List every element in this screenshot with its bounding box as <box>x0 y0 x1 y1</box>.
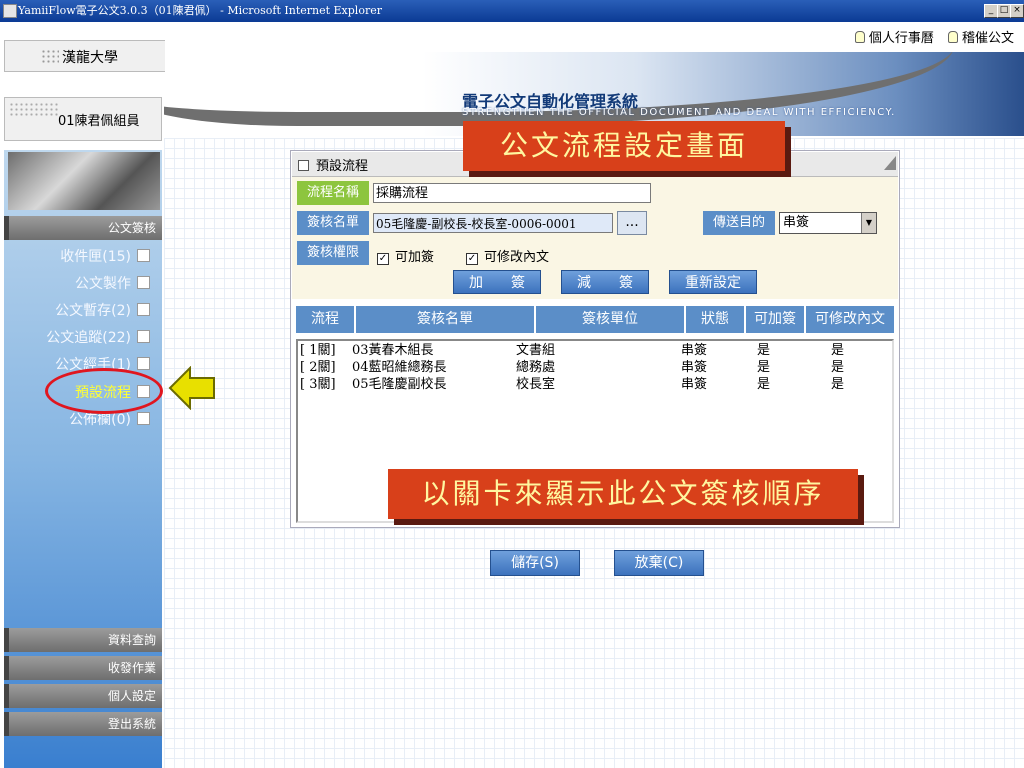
sidebar-item-inbox[interactable]: 收件匣(15) <box>60 246 150 266</box>
top-links: 個人行事曆 稽催公文 <box>845 27 1014 46</box>
banner-subtitle: STRENGTHEN THE OFFICIAL DOCUMENT AND DEA… <box>462 107 896 118</box>
remove-signer-button[interactable]: 減 簽 <box>561 270 649 294</box>
signer-label: 簽核名單 <box>297 211 369 235</box>
sidebar-section-logout[interactable]: 登出系統 <box>4 712 162 736</box>
can-edit-checkbox[interactable]: ✓ 可修改內文 <box>466 246 549 265</box>
permission-label: 簽核權限 <box>297 241 369 265</box>
sidebar-item-compose[interactable]: 公文製作 <box>75 273 150 293</box>
checkbox-icon <box>137 412 150 425</box>
send-purpose-select[interactable]: 串簽 ▼ <box>779 212 877 234</box>
can-add-checkbox[interactable]: ✓ 可加簽 <box>377 246 434 265</box>
highlight-ring <box>45 368 163 414</box>
calendar-link[interactable]: 個人行事曆 <box>869 31 934 46</box>
browse-button[interactable]: ... <box>617 211 647 235</box>
sidebar-section-dispatch[interactable]: 收發作業 <box>4 656 162 680</box>
window-title: YamiiFlow電子公文3.0.3（01陳君佩） - Microsoft In… <box>18 4 382 17</box>
collapse-box-icon[interactable] <box>298 160 309 171</box>
sidebar-section-query[interactable]: 資料查詢 <box>4 628 162 652</box>
ie-icon <box>3 4 17 18</box>
panel-title: 預設流程 <box>316 159 369 174</box>
callout-step-order: 以關卡來顯示此公文簽核順序 <box>388 469 858 519</box>
callout-flow-setting: 公文流程設定畫面 <box>463 121 785 171</box>
send-purpose-label: 傳送目的 <box>703 211 775 235</box>
reset-button[interactable]: 重新設定 <box>669 270 757 294</box>
add-signer-button[interactable]: 加 簽 <box>453 270 541 294</box>
save-button[interactable]: 儲存(S) <box>490 550 580 576</box>
maximize-button[interactable]: □ <box>997 4 1011 18</box>
sidebar-section-settings[interactable]: 個人設定 <box>4 684 162 708</box>
checkbox-icon <box>137 330 150 343</box>
sidebar-item-tracking[interactable]: 公文追蹤(22) <box>46 327 150 347</box>
cancel-button[interactable]: 放棄(C) <box>614 550 704 576</box>
resize-corner-icon <box>884 156 896 170</box>
pointer-arrow-icon <box>168 366 215 410</box>
col-unit: 簽核單位 <box>536 306 686 333</box>
close-button[interactable]: × <box>1010 4 1024 18</box>
reminder-link[interactable]: 稽催公文 <box>962 31 1014 46</box>
user-name: 01陳君佩組員 <box>58 114 140 129</box>
col-status: 狀態 <box>686 306 746 333</box>
sidebar-section-docs[interactable]: 公文簽核 <box>4 216 162 240</box>
flow-name-input[interactable]: 採購流程 <box>373 183 651 203</box>
sidebar-item-drafts[interactable]: 公文暫存(2) <box>55 300 150 320</box>
school-name: 漢龍大學 <box>62 50 118 66</box>
minimize-button[interactable]: _ <box>984 4 998 18</box>
checkmark-icon: ✓ <box>377 253 389 265</box>
col-can-add: 可加簽 <box>746 306 806 333</box>
dropdown-arrow-icon: ▼ <box>861 213 876 233</box>
window-title-bar: YamiiFlow電子公文3.0.3（01陳君佩） - Microsoft In… <box>0 0 1024 22</box>
bulb-icon <box>854 31 865 43</box>
col-signer: 簽核名單 <box>356 306 536 333</box>
bulb-icon <box>947 31 958 43</box>
col-step: 流程 <box>296 306 356 333</box>
signer-input[interactable]: 05毛隆慶-副校長-校長室-0006-0001 <box>373 213 613 233</box>
col-can-edit: 可修改內文 <box>806 306 894 333</box>
flow-name-label: 流程名稱 <box>297 181 369 205</box>
checkbox-icon <box>137 357 150 370</box>
laptop-photo <box>8 152 160 210</box>
checkbox-icon <box>137 303 150 316</box>
checkmark-icon: ✓ <box>466 253 478 265</box>
checkbox-icon <box>137 249 150 262</box>
checkbox-icon <box>137 276 150 289</box>
